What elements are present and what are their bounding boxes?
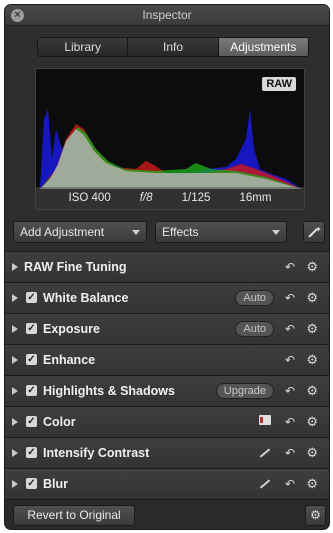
effects-label: Effects [162,225,199,239]
disclosure-triangle-icon[interactable] [12,263,18,271]
add-adjustment-dropdown[interactable]: Add Adjustment [13,221,147,243]
adjustment-label: Highlights & Shadows [43,384,175,398]
brush-icon[interactable] [259,477,271,489]
undo-icon[interactable]: ↶ [285,384,295,398]
adjustment-label: White Balance [43,291,129,305]
iso-value: ISO 400 [68,192,111,204]
enable-checkbox[interactable]: ✓ [26,323,37,334]
disclosure-triangle-icon[interactable] [12,387,18,395]
enable-checkbox[interactable]: ✓ [26,292,37,303]
histogram: RAW ISO 400 f/8 1/125 16mm [35,68,305,210]
adjustment-label: Exposure [43,322,100,336]
gear-icon[interactable]: ⚙ [306,259,318,275]
adjustment-label: RAW Fine Tuning [24,260,127,274]
footer-bar: Revert to Original ⚙ [5,499,329,529]
adjustment-label: Blur [43,477,68,491]
list-icon[interactable] [259,415,271,425]
adjustment-label: Color [43,415,76,429]
tab-adjustments[interactable]: Adjustments [218,38,308,56]
raw-badge: RAW [262,77,296,91]
disclosure-triangle-icon[interactable] [12,325,18,333]
tab-library[interactable]: Library [38,38,129,56]
adjustment-row-color[interactable]: ✓ Color ↶ ⚙ [5,406,329,437]
brush-icon[interactable] [259,446,271,458]
enable-checkbox[interactable]: ✓ [26,416,37,427]
focal-length-value: 16mm [239,192,272,204]
svg-text:✦: ✦ [315,225,322,234]
tab-info[interactable]: Info [128,38,219,56]
effects-dropdown[interactable]: Effects [155,221,287,243]
gear-icon[interactable]: ⚙ [306,414,318,430]
adjustment-list: RAW Fine Tuning ↶ ⚙ ✓ White Balance Auto… [5,251,329,499]
disclosure-triangle-icon[interactable] [12,480,18,488]
gear-icon[interactable]: ⚙ [306,383,318,399]
undo-icon[interactable]: ↶ [285,446,295,460]
enable-checkbox[interactable]: ✓ [26,447,37,458]
add-adjustment-label: Add Adjustment [20,225,105,239]
magic-wand-icon: ✦ [308,225,322,238]
adjustment-row-blur[interactable]: ✓ Blur ↶ ⚙ [5,468,329,499]
chevron-down-icon [132,230,140,235]
gear-icon[interactable]: ⚙ [306,476,318,492]
adjustment-label: Enhance [43,353,96,367]
undo-icon[interactable]: ↶ [285,353,295,367]
enable-checkbox[interactable]: ✓ [26,478,37,489]
gear-icon[interactable]: ⚙ [306,352,318,368]
gear-icon[interactable]: ⚙ [306,445,318,461]
undo-icon[interactable]: ↶ [285,260,295,274]
gear-icon[interactable]: ⚙ [306,290,318,306]
tab-bar: Library Info Adjustments [37,37,309,57]
auto-button[interactable]: Auto [235,290,274,306]
gear-icon[interactable]: ⚙ [306,321,318,337]
aperture-value: f/8 [139,192,153,204]
gear-icon[interactable]: ⚙ [305,505,326,526]
window-title: Inspector [142,8,192,22]
undo-icon[interactable]: ↶ [285,322,295,336]
enable-checkbox[interactable]: ✓ [26,385,37,396]
adjustment-row-white-balance[interactable]: ✓ White Balance Auto ↶ ⚙ [5,282,329,313]
disclosure-triangle-icon[interactable] [12,418,18,426]
adjustment-row-intensify-contrast[interactable]: ✓ Intensify Contrast ↶ ⚙ [5,437,329,468]
disclosure-triangle-icon[interactable] [12,356,18,364]
chevron-down-icon [272,230,280,235]
adjustment-row-highlights-shadows[interactable]: ✓ Highlights & Shadows Upgrade ↶ ⚙ [5,375,329,406]
auto-button[interactable]: Auto [235,321,274,337]
inspector-panel: × Inspector Library Info Adjustments RAW… [4,4,330,530]
disclosure-triangle-icon[interactable] [12,449,18,457]
auto-enhance-button[interactable]: ✦ [303,221,325,243]
enable-checkbox[interactable]: ✓ [26,354,37,365]
undo-icon[interactable]: ↶ [285,291,295,305]
adjustment-row-exposure[interactable]: ✓ Exposure Auto ↶ ⚙ [5,313,329,344]
upgrade-button[interactable]: Upgrade [215,383,274,399]
shutter-value: 1/125 [181,192,211,204]
undo-icon[interactable]: ↶ [285,477,295,491]
exif-bar: ISO 400 f/8 1/125 16mm [36,187,304,209]
adjustment-row-enhance[interactable]: ✓ Enhance ↶ ⚙ [5,344,329,375]
adjustment-label: Intensify Contrast [43,446,150,460]
adjustment-row-raw-fine-tuning[interactable]: RAW Fine Tuning ↶ ⚙ [5,251,329,282]
revert-to-original-button[interactable]: Revert to Original [13,505,135,526]
undo-icon[interactable]: ↶ [285,415,295,429]
title-bar: × Inspector [5,5,329,26]
adjustment-toolbar: Add Adjustment Effects ✦ [13,221,325,243]
disclosure-triangle-icon[interactable] [12,294,18,302]
